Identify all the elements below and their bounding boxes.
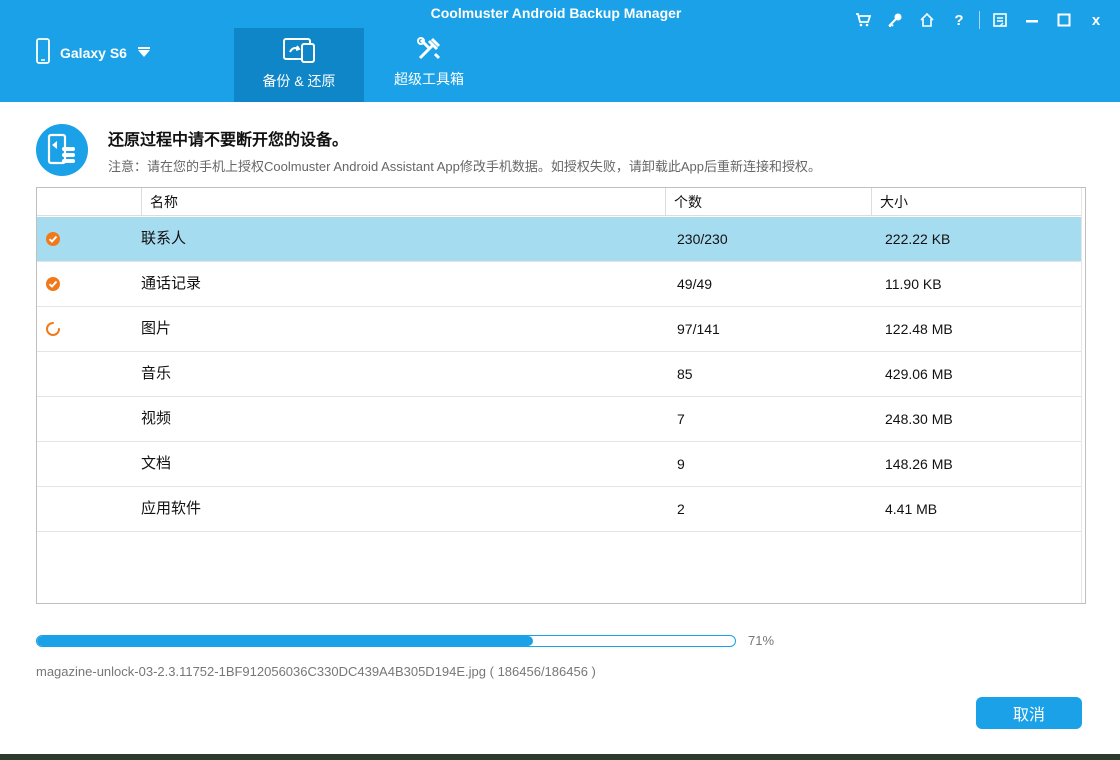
cart-icon[interactable] (849, 8, 877, 32)
status-empty (43, 442, 63, 486)
row-count: 97/141 (677, 321, 720, 337)
status-empty (43, 487, 63, 531)
main-tabs: 备份 & 还原 超级工具箱 (234, 28, 494, 102)
feedback-icon[interactable] (986, 8, 1014, 32)
table-row[interactable]: 联系人 230/230 222.22 KB (37, 217, 1081, 262)
table-row[interactable]: 文档 9 148.26 MB (37, 442, 1081, 487)
table-row[interactable]: 应用软件 2 4.41 MB (37, 487, 1081, 532)
cancel-button[interactable]: 取消 (976, 697, 1082, 729)
row-name: 文档 (141, 455, 172, 472)
row-size: 248.30 MB (885, 411, 953, 427)
status-empty (43, 397, 63, 441)
loading-spinner-icon (43, 307, 63, 351)
tab-toolbox[interactable]: 超级工具箱 (364, 28, 494, 102)
controls-divider (979, 11, 980, 29)
current-file: magazine-unlock-03-2.3.11752-1BF91205603… (36, 664, 596, 679)
check-done-icon (43, 217, 63, 261)
close-icon[interactable]: x (1082, 8, 1110, 32)
row-name: 视频 (141, 410, 172, 427)
row-size: 4.41 MB (885, 501, 938, 517)
home-icon[interactable] (913, 8, 941, 32)
row-name: 音乐 (141, 365, 172, 382)
device-name: Galaxy S6 (60, 44, 127, 61)
header-bar: Coolmuster Android Backup Manager ? x Ga… (0, 0, 1120, 102)
desktop-edge (0, 754, 1120, 760)
table-row[interactable]: 通话记录 49/49 11.90 KB (37, 262, 1081, 307)
row-size: 148.26 MB (885, 456, 953, 472)
phone-database-icon (36, 124, 88, 176)
row-count: 7 (677, 411, 685, 427)
row-size: 429.06 MB (885, 366, 953, 382)
column-header-name[interactable]: 名称 (141, 188, 665, 216)
row-size: 122.48 MB (885, 321, 953, 337)
backup-restore-icon (282, 36, 316, 67)
table-row[interactable]: 图片 97/141 122.48 MB (37, 307, 1081, 352)
column-header-size[interactable]: 大小 (871, 188, 1081, 216)
restore-notice: 还原过程中请不要断开您的设备。 注意：请在您的手机上授权Coolmuster A… (36, 124, 821, 176)
notice-subtitle: 注意：请在您的手机上授权Coolmuster Android Assistant… (108, 159, 821, 174)
table-body: 联系人 230/230 222.22 KB 通话记录 49/49 11.90 KB 图片 97… (37, 217, 1081, 532)
row-name: 应用软件 (141, 500, 202, 517)
check-done-icon (43, 262, 63, 306)
tab-backup-restore-label: 备份 & 还原 (262, 73, 336, 89)
phone-icon (36, 38, 50, 67)
table-row[interactable]: 视频 7 248.30 MB (37, 397, 1081, 442)
row-name: 联系人 (141, 230, 187, 247)
table-row[interactable]: 音乐 85 429.06 MB (37, 352, 1081, 397)
maximize-icon[interactable] (1050, 8, 1078, 32)
row-count: 2 (677, 501, 685, 517)
table-scroll-gutter (1081, 188, 1085, 603)
progress-fill (37, 636, 533, 646)
tab-backup-restore[interactable]: 备份 & 还原 (234, 28, 364, 102)
row-name: 通话记录 (141, 275, 202, 292)
minimize-icon[interactable] (1018, 8, 1046, 32)
notice-title: 还原过程中请不要断开您的设备。 (108, 132, 349, 149)
device-selector[interactable]: Galaxy S6 (36, 38, 151, 67)
status-empty (43, 352, 63, 396)
row-count: 9 (677, 456, 685, 472)
notice-text: 还原过程中请不要断开您的设备。 注意：请在您的手机上授权Coolmuster A… (108, 124, 821, 175)
table-header: 名称 个数 大小 (37, 188, 1081, 216)
progress-bar (36, 635, 736, 647)
help-icon[interactable]: ? (945, 8, 973, 32)
row-count: 85 (677, 366, 693, 382)
row-size: 11.90 KB (885, 276, 942, 292)
toolbox-icon (415, 36, 443, 65)
app-window: Coolmuster Android Backup Manager ? x Ga… (0, 0, 1120, 760)
row-count: 230/230 (677, 231, 728, 247)
row-count: 49/49 (677, 276, 713, 292)
row-name: 图片 (141, 320, 172, 337)
restore-table: 名称 个数 大小 联系人 230/230 222.22 KB 通话记录 49/49 11.… (36, 187, 1086, 604)
progress-percent: 71% (748, 633, 775, 648)
caret-down-icon (137, 45, 151, 61)
column-header-count[interactable]: 个数 (665, 188, 871, 216)
window-controls: ? x (849, 8, 1110, 32)
row-size: 222.22 KB (885, 231, 951, 247)
key-icon[interactable] (881, 8, 909, 32)
tab-toolbox-label: 超级工具箱 (394, 71, 464, 87)
